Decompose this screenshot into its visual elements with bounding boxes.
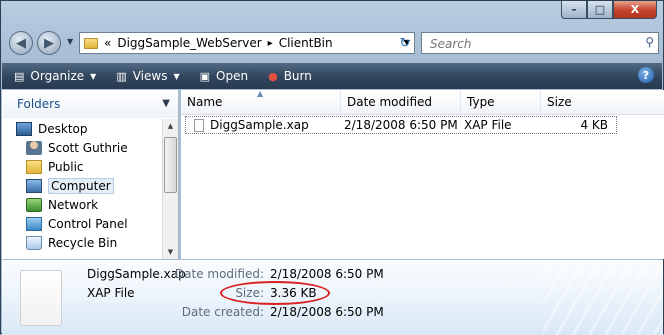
help-icon[interactable]: ? [638,67,654,83]
folder-tree: Desktop Scott Guthrie Public Computer Ne… [2,119,162,252]
tree-item-label: Scott Guthrie [48,140,128,155]
address-overflow[interactable]: « [104,36,111,50]
search-input[interactable] [428,34,632,54]
folder-icon [84,37,98,49]
forward-button[interactable]: ▶ [37,31,61,55]
column-label: Size [547,95,572,109]
recent-pages-dropdown[interactable]: ▼ [67,37,73,46]
date-modified-value: 2/18/2008 6:50 PM [270,267,384,281]
address-bar[interactable]: « DiggSample_WebServer ▸ ClientBin ▼ [79,32,415,54]
explorer-window: – □ X ◀ ▶ ▼ « DiggSample_WebServer ▸ Cli… [0,0,664,335]
date-created-label: Date created: [181,305,264,319]
open-label: Open [216,69,249,83]
tree-item-label: Computer [48,177,114,194]
tree-item-public[interactable]: Public [2,157,162,176]
tree-item-scott-guthrie[interactable]: Scott Guthrie [2,138,162,157]
back-arrow-icon: ◀ [16,35,26,51]
breadcrumb-separator-icon[interactable]: ▸ [268,38,273,49]
chevron-down-icon: ▼ [162,98,170,109]
tree-item-label: Network [48,197,99,212]
computer-icon [26,178,42,193]
tree-item-label: Desktop [38,121,88,136]
file-name-cell: DiggSample.xap [186,118,342,132]
breadcrumb-clientbin[interactable]: ClientBin [279,36,333,50]
size-highlight-oval [220,281,330,305]
views-label: Views [132,69,168,83]
scroll-up-icon[interactable]: ▲ [163,119,178,133]
views-button[interactable]: ▥ Views ▼ [104,63,187,89]
column-label: Name [187,95,223,109]
large-file-icon [20,270,62,326]
search-icon[interactable]: ⚲ [645,35,654,49]
control-panel-icon [26,216,42,231]
file-size: 4 KB [580,118,608,132]
folders-header[interactable]: Folders ▼ [2,90,178,118]
refresh-icon[interactable]: ↻ [395,32,415,54]
chevron-down-icon: ▼ [173,71,180,81]
back-button[interactable]: ◀ [9,31,33,55]
open-button[interactable]: ▣ Open [188,63,256,89]
organize-label: Organize [30,69,85,83]
desktop-icon [16,121,32,136]
file-list: ▲ Name Date modified Type Size DiggSampl… [181,89,664,259]
maximize-button[interactable]: □ [587,1,613,19]
caption-buttons: – □ X [561,1,657,19]
file-icon [194,119,204,132]
chevron-down-icon: ▼ [90,71,97,81]
folders-pane: Folders ▼ Desktop Scott Guthrie Public C… [2,90,179,259]
network-icon [26,197,42,212]
folders-scrollbar[interactable]: ▲ ▼ [162,119,178,259]
column-label: Date modified [347,95,433,109]
open-icon: ▣ [199,69,211,83]
search-box: ⚲ [421,32,659,54]
details-file-type: XAP File [87,286,135,300]
tree-item-computer[interactable]: Computer [2,176,162,195]
date-modified-label: Date modified: [174,267,264,281]
date-created-value: 2/18/2008 6:50 PM [270,305,384,319]
forward-arrow-icon: ▶ [44,35,54,51]
recycle-bin-icon [26,235,42,250]
column-header-date-modified[interactable]: Date modified [341,90,461,114]
file-name: DiggSample.xap [210,118,309,132]
scroll-down-icon[interactable]: ▼ [163,245,178,259]
navigation-bar: ◀ ▶ ▼ « DiggSample_WebServer ▸ ClientBin… [7,29,659,57]
close-button[interactable]: X [613,1,657,19]
folders-title: Folders [17,97,61,111]
column-label: Type [467,95,495,109]
tree-item-desktop[interactable]: Desktop [2,119,162,138]
folder-icon [26,159,42,174]
burn-icon: ● [268,69,278,83]
tree-item-control-panel[interactable]: Control Panel [2,214,162,233]
scrollbar-thumb[interactable] [164,137,177,193]
file-date: 2/18/2008 6:50 PM [344,118,458,132]
user-folder-icon [26,140,42,155]
tree-item-label: Control Panel [48,216,128,231]
burn-button[interactable]: ● Burn [256,63,320,89]
details-pane: DiggSample.xap XAP File Date modified: 2… [2,259,663,335]
sort-ascending-icon: ▲ [257,89,264,98]
tree-item-recycle-bin[interactable]: Recycle Bin [2,233,162,252]
details-decoration [543,260,663,335]
breadcrumb-diggsample-webserver[interactable]: DiggSample_WebServer [117,36,261,50]
column-header-size[interactable]: Size [541,90,664,114]
command-bar: ▤ Organize ▼ ▥ Views ▼ ▣ Open ● Burn ? [2,63,662,89]
burn-label: Burn [283,69,312,83]
organize-icon: ▤ [14,69,25,83]
column-headers: ▲ Name Date modified Type Size [181,89,664,115]
tree-item-network[interactable]: Network [2,195,162,214]
column-header-name[interactable]: ▲ Name [181,89,341,114]
minimize-button[interactable]: – [561,1,587,19]
tree-item-label: Public [48,159,84,174]
views-icon: ▥ [116,69,127,83]
column-header-type[interactable]: Type [461,90,541,114]
tree-item-label: Recycle Bin [48,235,118,250]
file-type: XAP File [464,118,512,132]
organize-button[interactable]: ▤ Organize ▼ [2,63,104,89]
file-row[interactable]: DiggSample.xap 2/18/2008 6:50 PM XAP Fil… [185,116,617,134]
